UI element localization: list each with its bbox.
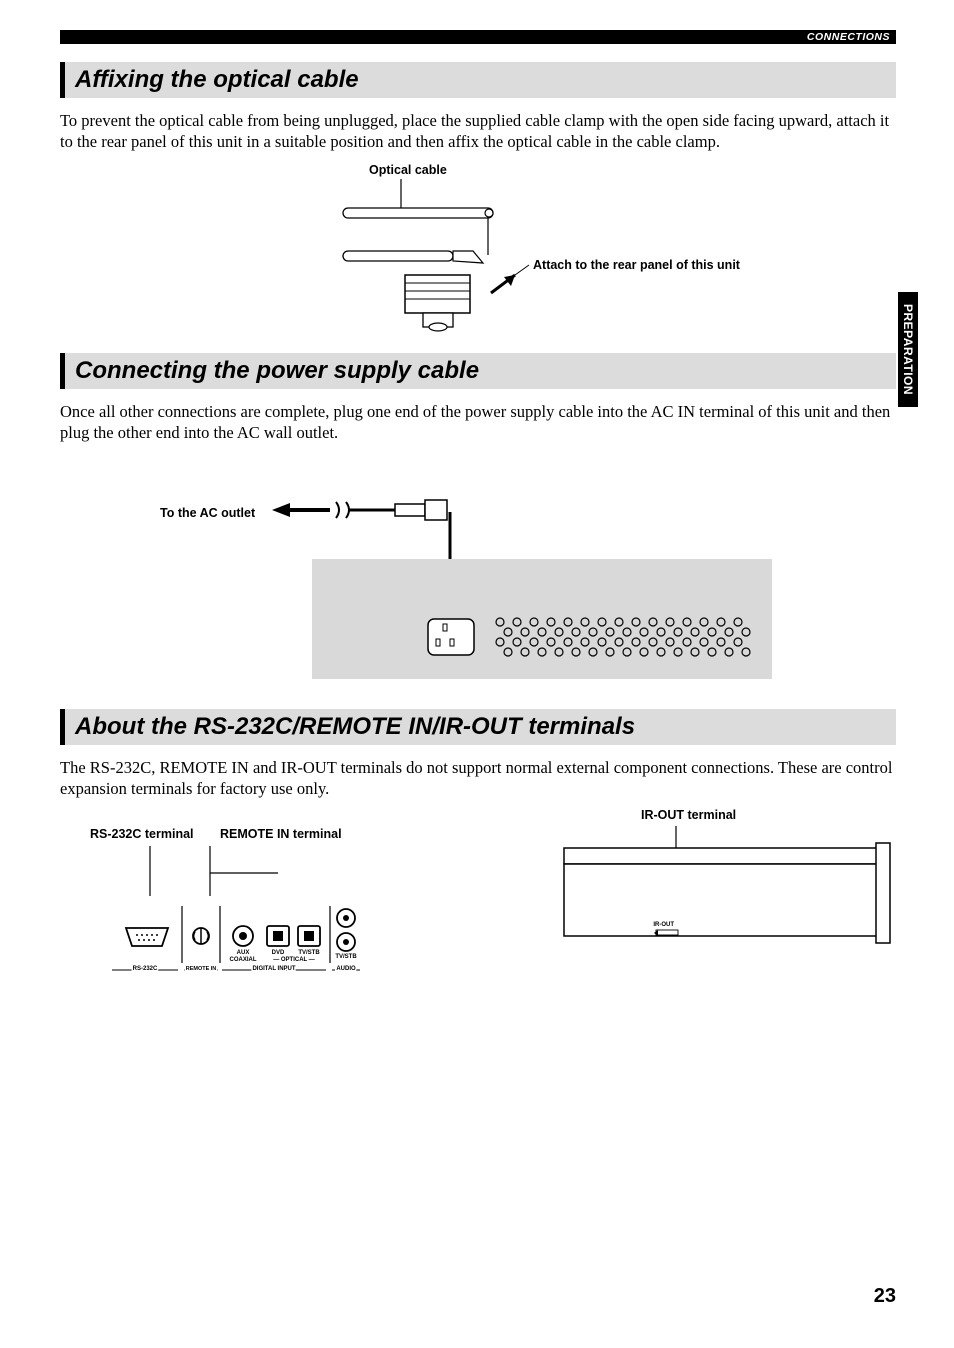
ir-out-panel-icon: IR-OUT — [546, 818, 896, 968]
svg-text:REMOTE IN: REMOTE IN — [186, 966, 217, 972]
optical-cable-diagram — [283, 163, 713, 333]
heading-terminals: About the RS-232C/REMOTE IN/IR-OUT termi… — [60, 709, 896, 745]
ir-out-label: IR-OUT terminal — [641, 808, 736, 822]
svg-text:AUX: AUX — [237, 950, 250, 956]
svg-text:RS-232C: RS-232C — [133, 966, 158, 972]
svg-text:AUDIO: AUDIO — [336, 966, 356, 972]
svg-text:DVD: DVD — [272, 950, 285, 956]
figure-optical: Optical cable Attach to the rear panel o… — [60, 163, 896, 333]
heading-power: Connecting the power supply cable — [60, 353, 896, 389]
svg-text:TV/STB: TV/STB — [298, 950, 320, 956]
rs232-label: RS-232C terminal — [90, 827, 194, 841]
svg-text:DIGITAL INPUT: DIGITAL INPUT — [252, 966, 295, 972]
header-bar: CONNECTIONS — [60, 30, 896, 44]
body-optical: To prevent the optical cable from being … — [60, 110, 896, 153]
terminals-left-diagram: RS-232C terminal REMOTE IN terminal — [60, 818, 410, 988]
header-title: CONNECTIONS — [807, 31, 890, 43]
optical-cable-label: Optical cable — [369, 163, 447, 177]
svg-text:TV/STB: TV/STB — [335, 954, 357, 960]
figure-power: To the AC outlet — [160, 474, 790, 689]
svg-text:IR-OUT: IR-OUT — [653, 922, 674, 928]
side-tab-preparation: PREPARATION — [898, 292, 918, 407]
svg-text:COAXIAL: COAXIAL — [230, 957, 257, 963]
remote-in-label: REMOTE IN terminal — [220, 827, 342, 841]
terminals-right-diagram: IR-OUT terminal IR-OUT — [546, 818, 896, 988]
body-power: Once all other connections are complete,… — [60, 401, 896, 444]
page-number: 23 — [874, 1285, 896, 1308]
rs232-panel-icon: AUX COAXIAL DVD TV/STB — OPTICAL — TV/ST… — [60, 818, 400, 988]
ac-outlet-label: To the AC outlet — [160, 506, 255, 520]
figure-terminals: RS-232C terminal REMOTE IN terminal — [60, 818, 896, 988]
body-terminals: The RS-232C, REMOTE IN and IR-OUT termin… — [60, 757, 896, 800]
attach-label: Attach to the rear panel of this unit — [533, 258, 783, 272]
svg-text:— OPTICAL —: — OPTICAL — — [273, 957, 315, 963]
heading-optical: Affixing the optical cable — [60, 62, 896, 98]
